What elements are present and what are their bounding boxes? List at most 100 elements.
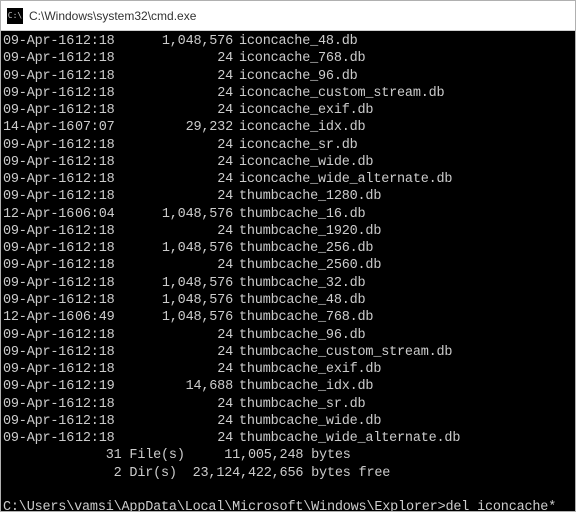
file-row: 09-Apr-1612:181,048,576thumbcache_32.db	[3, 275, 573, 292]
file-date: 09-Apr-16	[3, 378, 75, 395]
file-size: 24	[129, 102, 239, 119]
file-name: thumbcache_256.db	[239, 240, 373, 257]
file-date: 09-Apr-16	[3, 344, 75, 361]
file-size: 24	[129, 188, 239, 205]
file-time: 12:18	[75, 275, 129, 292]
file-date: 14-Apr-16	[3, 119, 75, 136]
file-name: thumbcache_exif.db	[239, 361, 381, 378]
file-time: 12:18	[75, 240, 129, 257]
file-name: iconcache_768.db	[239, 50, 365, 67]
file-date: 09-Apr-16	[3, 396, 75, 413]
file-name: thumbcache_1280.db	[239, 188, 381, 205]
prompt-command[interactable]: del iconcache*	[445, 500, 556, 511]
file-name: thumbcache_sr.db	[239, 396, 365, 413]
file-time: 12:18	[75, 430, 129, 447]
file-row: 09-Apr-1612:1824thumbcache_2560.db	[3, 257, 573, 274]
file-row: 12-Apr-1606:491,048,576thumbcache_768.db	[3, 309, 573, 326]
file-date: 09-Apr-16	[3, 292, 75, 309]
file-row: 09-Apr-1612:181,048,576thumbcache_48.db	[3, 292, 573, 309]
file-row: 09-Apr-1612:1824iconcache_wide.db	[3, 154, 573, 171]
file-time: 12:18	[75, 327, 129, 344]
file-date: 09-Apr-16	[3, 327, 75, 344]
file-name: thumbcache_32.db	[239, 275, 365, 292]
file-size: 24	[129, 361, 239, 378]
file-row: 09-Apr-1612:1824iconcache_sr.db	[3, 137, 573, 154]
file-date: 09-Apr-16	[3, 137, 75, 154]
file-name: iconcache_wide.db	[239, 154, 373, 171]
file-time: 07:07	[75, 119, 129, 136]
file-name: thumbcache_2560.db	[239, 257, 381, 274]
file-name: thumbcache_768.db	[239, 309, 373, 326]
file-row: 09-Apr-1612:1824thumbcache_wide.db	[3, 413, 573, 430]
file-row: 09-Apr-1612:181,048,576thumbcache_256.db	[3, 240, 573, 257]
file-size: 24	[129, 171, 239, 188]
file-date: 09-Apr-16	[3, 361, 75, 378]
file-date: 09-Apr-16	[3, 257, 75, 274]
file-time: 12:18	[75, 257, 129, 274]
file-date: 09-Apr-16	[3, 33, 75, 50]
file-name: iconcache_48.db	[239, 33, 358, 50]
file-size: 24	[129, 137, 239, 154]
file-time: 12:18	[75, 171, 129, 188]
file-row: 09-Apr-1612:1824thumbcache_96.db	[3, 327, 573, 344]
file-time: 12:19	[75, 378, 129, 395]
file-row: 09-Apr-1612:1824iconcache_wide_alternate…	[3, 171, 573, 188]
file-name: thumbcache_wide.db	[239, 413, 381, 430]
file-size: 24	[129, 344, 239, 361]
summary-dirs: 2 Dir(s) 23,124,422,656 bytes free	[3, 465, 573, 482]
file-row: 09-Apr-1612:1824iconcache_768.db	[3, 50, 573, 67]
file-size: 24	[129, 413, 239, 430]
file-name: iconcache_custom_stream.db	[239, 85, 444, 102]
file-size: 24	[129, 154, 239, 171]
file-row: 09-Apr-1612:1824thumbcache_custom_stream…	[3, 344, 573, 361]
file-size: 29,232	[129, 119, 239, 136]
file-name: thumbcache_16.db	[239, 206, 365, 223]
file-date: 09-Apr-16	[3, 68, 75, 85]
file-size: 1,048,576	[129, 309, 239, 326]
file-row: 14-Apr-1607:0729,232iconcache_idx.db	[3, 119, 573, 136]
file-size: 24	[129, 68, 239, 85]
file-row: 09-Apr-1612:1824thumbcache_wide_alternat…	[3, 430, 573, 447]
file-date: 12-Apr-16	[3, 206, 75, 223]
file-time: 12:18	[75, 223, 129, 240]
file-row: 09-Apr-1612:1824thumbcache_1280.db	[3, 188, 573, 205]
file-name: iconcache_sr.db	[239, 137, 358, 154]
file-time: 12:18	[75, 154, 129, 171]
prompt-line: C:\Users\vamsi\AppData\Local\Microsoft\W…	[3, 499, 573, 511]
file-name: iconcache_96.db	[239, 68, 358, 85]
cmd-icon: C:\	[7, 8, 23, 24]
file-size: 14,688	[129, 378, 239, 395]
file-size: 24	[129, 430, 239, 447]
file-time: 12:18	[75, 344, 129, 361]
file-row: 09-Apr-1612:1824thumbcache_exif.db	[3, 361, 573, 378]
file-time: 12:18	[75, 413, 129, 430]
file-time: 12:18	[75, 137, 129, 154]
file-time: 12:18	[75, 102, 129, 119]
file-date: 09-Apr-16	[3, 85, 75, 102]
file-size: 24	[129, 223, 239, 240]
file-size: 24	[129, 85, 239, 102]
file-name: thumbcache_48.db	[239, 292, 365, 309]
file-name: thumbcache_custom_stream.db	[239, 344, 452, 361]
file-date: 09-Apr-16	[3, 50, 75, 67]
cmd-window: C:\ C:\Windows\system32\cmd.exe 09-Apr-1…	[0, 0, 576, 512]
file-size: 1,048,576	[129, 275, 239, 292]
file-date: 09-Apr-16	[3, 430, 75, 447]
file-size: 1,048,576	[129, 33, 239, 50]
terminal-output[interactable]: 09-Apr-1612:181,048,576iconcache_48.db09…	[1, 31, 575, 511]
file-date: 09-Apr-16	[3, 240, 75, 257]
file-time: 12:18	[75, 85, 129, 102]
file-size: 24	[129, 257, 239, 274]
file-name: iconcache_exif.db	[239, 102, 373, 119]
file-size: 1,048,576	[129, 206, 239, 223]
file-time: 06:49	[75, 309, 129, 326]
file-size: 1,048,576	[129, 240, 239, 257]
titlebar[interactable]: C:\ C:\Windows\system32\cmd.exe	[1, 1, 575, 31]
file-date: 09-Apr-16	[3, 154, 75, 171]
file-row: 09-Apr-1612:1824iconcache_exif.db	[3, 102, 573, 119]
file-row: 09-Apr-1612:1824thumbcache_1920.db	[3, 223, 573, 240]
file-name: thumbcache_idx.db	[239, 378, 373, 395]
file-time: 12:18	[75, 68, 129, 85]
file-time: 12:18	[75, 50, 129, 67]
file-name: iconcache_idx.db	[239, 119, 365, 136]
